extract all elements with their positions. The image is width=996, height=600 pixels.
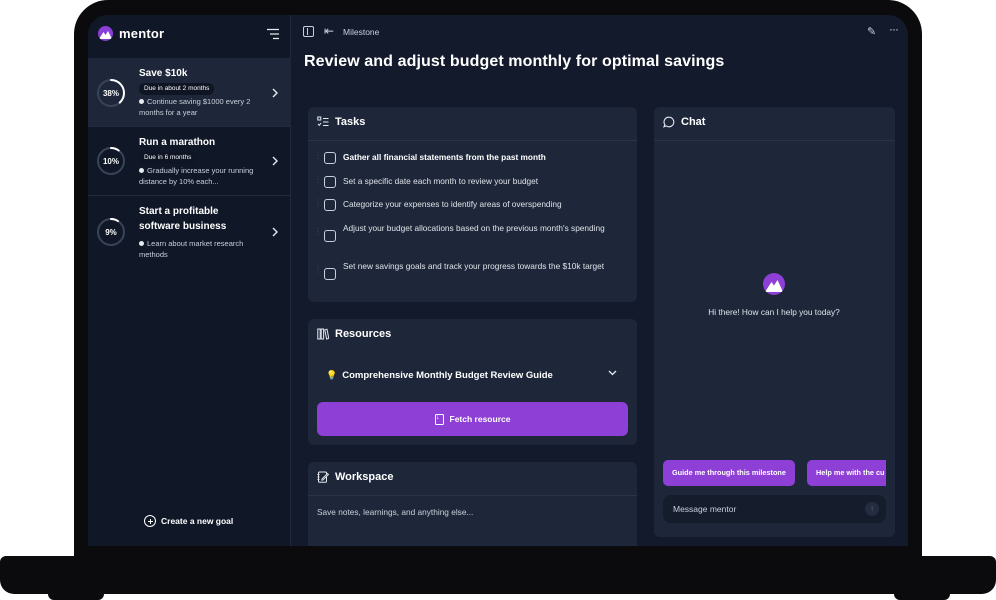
goal-item[interactable]: 38% Save $10k Due in about 2 months Cont… bbox=[88, 58, 291, 127]
chevron-right-icon bbox=[272, 156, 278, 166]
workspace-title: Workspace bbox=[335, 471, 394, 483]
brand-name: mentor bbox=[119, 26, 165, 41]
more-icon[interactable]: ··· bbox=[889, 22, 899, 36]
task-checkbox[interactable] bbox=[324, 268, 336, 280]
task-item: ⋮⋮ Set new savings goals and track your … bbox=[314, 260, 615, 280]
goal-title: Save $10k bbox=[139, 68, 188, 79]
progress-label: 38% bbox=[102, 88, 119, 98]
sidebar: mentor 38% Save $10k Due in about 2 mont… bbox=[88, 15, 291, 546]
brand[interactable]: mentor bbox=[98, 26, 164, 41]
laptop-foot-left bbox=[48, 590, 104, 600]
resources-card: Resources 💡 Comprehensive Monthly Budget… bbox=[308, 319, 637, 445]
goal-title: Start a profitable software business bbox=[139, 206, 227, 232]
suggestion-chip[interactable]: Guide me through this milestone bbox=[663, 460, 795, 486]
goal-next-step: Learn about market research methods bbox=[139, 239, 244, 259]
chevron-down-icon[interactable] bbox=[608, 370, 617, 376]
task-checkbox[interactable] bbox=[324, 199, 336, 211]
drag-handle-icon[interactable]: ⋮⋮ bbox=[314, 152, 329, 164]
resources-title: Resources bbox=[335, 328, 392, 340]
arrow-up-icon[interactable]: ↑ bbox=[865, 502, 879, 516]
topbar: ⇤ Milestone ✎ ··· bbox=[291, 15, 908, 49]
chat-greeting: Hi there! How can I help you today? bbox=[708, 307, 840, 317]
task-checkbox[interactable] bbox=[324, 152, 336, 164]
tasks-header: Tasks bbox=[317, 116, 365, 128]
task-text: Set a specific date each month to review… bbox=[343, 176, 539, 186]
progress-ring: 9% bbox=[96, 217, 126, 247]
books-icon bbox=[317, 328, 329, 340]
goal-item[interactable]: 9% Start a profitable software business … bbox=[88, 196, 291, 266]
due-badge: Due in 6 months bbox=[139, 152, 197, 164]
file-download-icon bbox=[434, 413, 444, 425]
goal-next-step: Gradually increase your running distance… bbox=[139, 166, 254, 186]
laptop-base bbox=[0, 556, 996, 594]
goal-title: Run a marathon bbox=[139, 137, 216, 148]
progress-ring: 38% bbox=[96, 78, 126, 108]
task-checkbox[interactable] bbox=[324, 230, 336, 242]
create-goal-button[interactable]: Create a new goal bbox=[144, 515, 233, 527]
lightbulb-icon: 💡 bbox=[326, 370, 338, 380]
chevron-right-icon bbox=[272, 227, 278, 237]
app-screen: mentor 38% Save $10k Due in about 2 mont… bbox=[88, 15, 908, 546]
breadcrumb[interactable]: Milestone bbox=[343, 27, 379, 37]
chat-input-box: ↑ bbox=[663, 495, 886, 523]
task-text: Adjust your budget allocations based on … bbox=[343, 223, 605, 233]
laptop-foot-right bbox=[894, 590, 950, 600]
tasks-card: Tasks ⋮⋮ Gather all financial statements… bbox=[308, 107, 637, 302]
suggestion-chips: Guide me through this milestone Help me … bbox=[663, 460, 886, 486]
fetch-resource-label: Fetch resource bbox=[449, 414, 511, 424]
progress-label: 10% bbox=[102, 156, 119, 166]
chat-bubble-icon bbox=[663, 116, 675, 128]
menu-icon[interactable] bbox=[266, 28, 280, 40]
arrow-left-icon[interactable]: ⇤ bbox=[324, 25, 334, 37]
workspace-header: Workspace bbox=[317, 471, 394, 483]
task-item: ⋮⋮ Adjust your budget allocations based … bbox=[314, 222, 615, 242]
chat-message-input[interactable] bbox=[673, 501, 853, 517]
progress-label: 9% bbox=[105, 227, 117, 237]
task-text: Set new savings goals and track your pro… bbox=[343, 261, 605, 271]
plus-circle-icon bbox=[144, 515, 156, 527]
goal-next-step: Continue saving $1000 every 2 months for… bbox=[139, 97, 251, 117]
mentor-logo-icon bbox=[763, 273, 785, 295]
chat-card: Chat Hi there! How can I help you today?… bbox=[654, 107, 895, 537]
chat-title: Chat bbox=[681, 116, 706, 128]
due-badge: Due in about 2 months bbox=[139, 83, 215, 95]
drag-handle-icon[interactable]: ⋮⋮ bbox=[314, 228, 329, 240]
list-check-icon bbox=[317, 116, 329, 127]
task-item: ⋮⋮ Set a specific date each month to rev… bbox=[314, 175, 615, 189]
fetch-resource-button[interactable]: Fetch resource bbox=[317, 402, 628, 436]
goal-item[interactable]: 10% Run a marathon Due in 6 months Gradu… bbox=[88, 127, 291, 196]
pencil-icon[interactable]: ✎ bbox=[867, 25, 876, 38]
task-checkbox[interactable] bbox=[324, 176, 336, 188]
notebook-pen-icon bbox=[317, 471, 329, 483]
resources-header: Resources bbox=[317, 328, 391, 340]
resource-item[interactable]: 💡 Comprehensive Monthly Budget Review Gu… bbox=[326, 370, 553, 381]
task-item: ⋮⋮ Categorize your expenses to identify … bbox=[314, 198, 615, 212]
resource-title: Comprehensive Monthly Budget Review Guid… bbox=[342, 370, 553, 381]
chevron-right-icon bbox=[272, 88, 278, 98]
mentor-logo-icon bbox=[98, 26, 113, 41]
chat-header: Chat bbox=[663, 116, 705, 128]
drag-handle-icon[interactable]: ⋮⋮ bbox=[314, 176, 329, 188]
task-text: Categorize your expenses to identify are… bbox=[343, 199, 562, 209]
suggestion-chip[interactable]: Help me with the cu bbox=[807, 460, 886, 486]
drag-handle-icon[interactable]: ⋮⋮ bbox=[314, 266, 329, 278]
page-title: Review and adjust budget monthly for opt… bbox=[304, 53, 725, 70]
workspace-card: Workspace Save notes, learnings, and any… bbox=[308, 462, 637, 546]
workspace-editor[interactable]: Save notes, learnings, and anything else… bbox=[317, 507, 473, 517]
drag-handle-icon[interactable]: ⋮⋮ bbox=[314, 199, 329, 211]
tasks-title: Tasks bbox=[335, 116, 366, 128]
create-goal-label: Create a new goal bbox=[161, 516, 234, 526]
task-item: ⋮⋮ Gather all financial statements from … bbox=[314, 151, 615, 165]
sidebar-collapse-icon[interactable] bbox=[303, 26, 314, 37]
task-text: Gather all financial statements from the… bbox=[343, 152, 546, 162]
progress-ring: 10% bbox=[96, 146, 126, 176]
